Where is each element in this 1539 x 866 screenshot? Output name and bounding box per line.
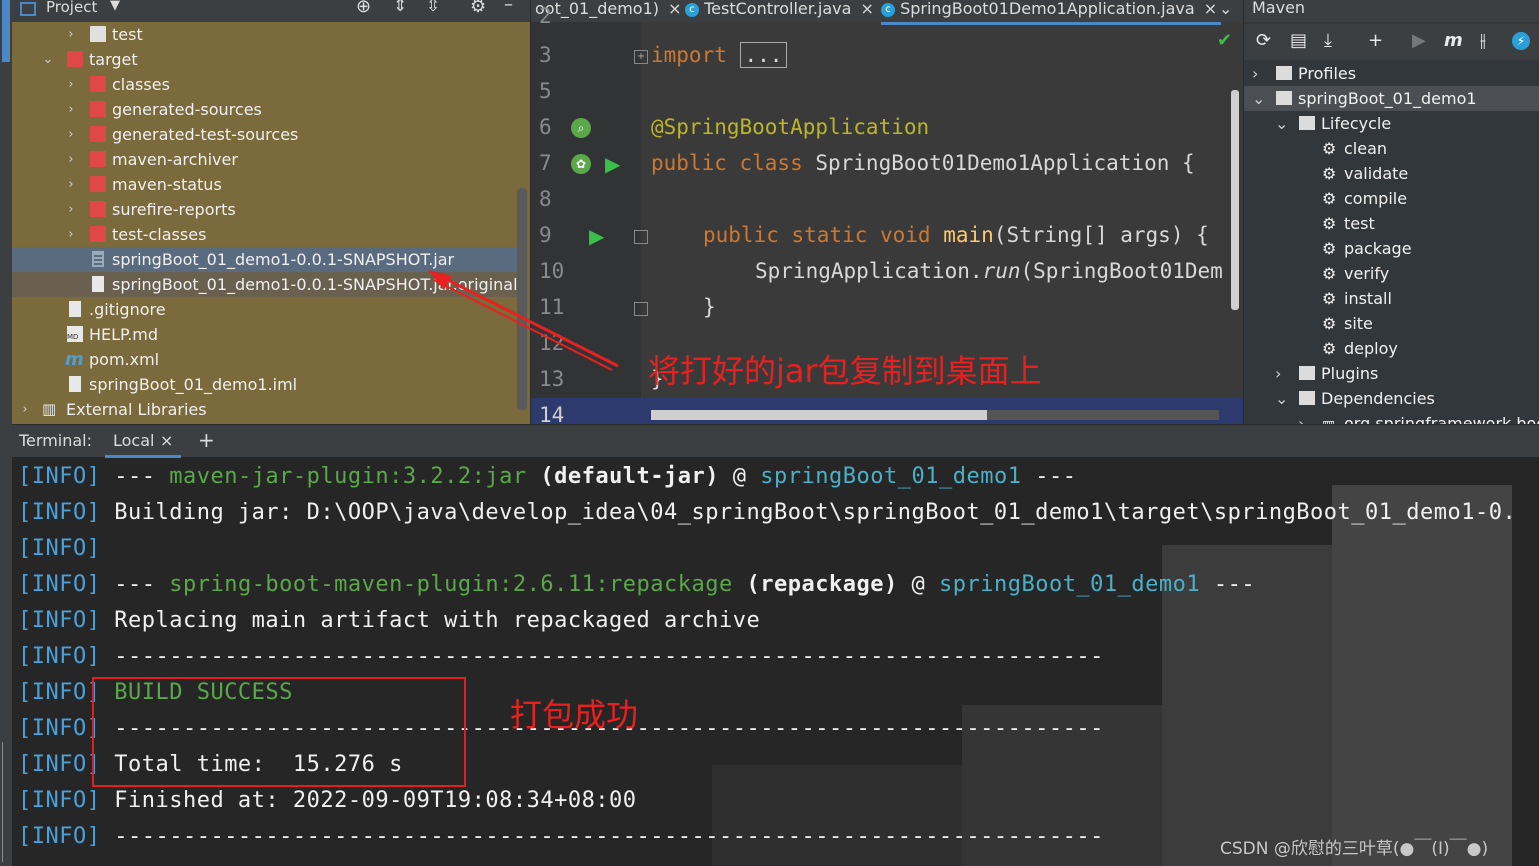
annotation-arrow xyxy=(428,270,619,371)
build-success-note: 打包成功 xyxy=(510,696,639,734)
copy-jar-note: 将打好的jar包复制到桌面上 xyxy=(648,352,1042,390)
watermark: CSDN @欣慰的三叶草(●￣(I)￣●) xyxy=(1220,839,1489,859)
